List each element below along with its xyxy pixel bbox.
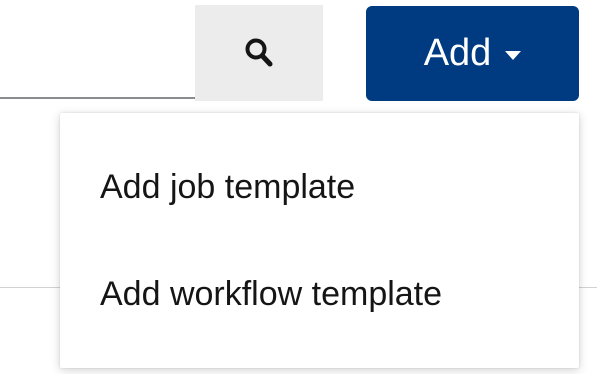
caret-down-icon (505, 51, 522, 60)
menu-item-add-workflow-template[interactable]: Add workflow template (60, 258, 579, 330)
toolbar-region: Add Add job template Add workflow templa… (0, 0, 597, 374)
search-button[interactable] (195, 5, 323, 101)
menu-item-add-job-template[interactable]: Add job template (60, 151, 579, 223)
add-button-label: Add (423, 32, 492, 74)
add-button[interactable]: Add (366, 6, 579, 101)
search-icon (244, 37, 274, 69)
add-dropdown-menu: Add job template Add workflow template (60, 113, 579, 368)
search-input[interactable] (0, 5, 195, 99)
